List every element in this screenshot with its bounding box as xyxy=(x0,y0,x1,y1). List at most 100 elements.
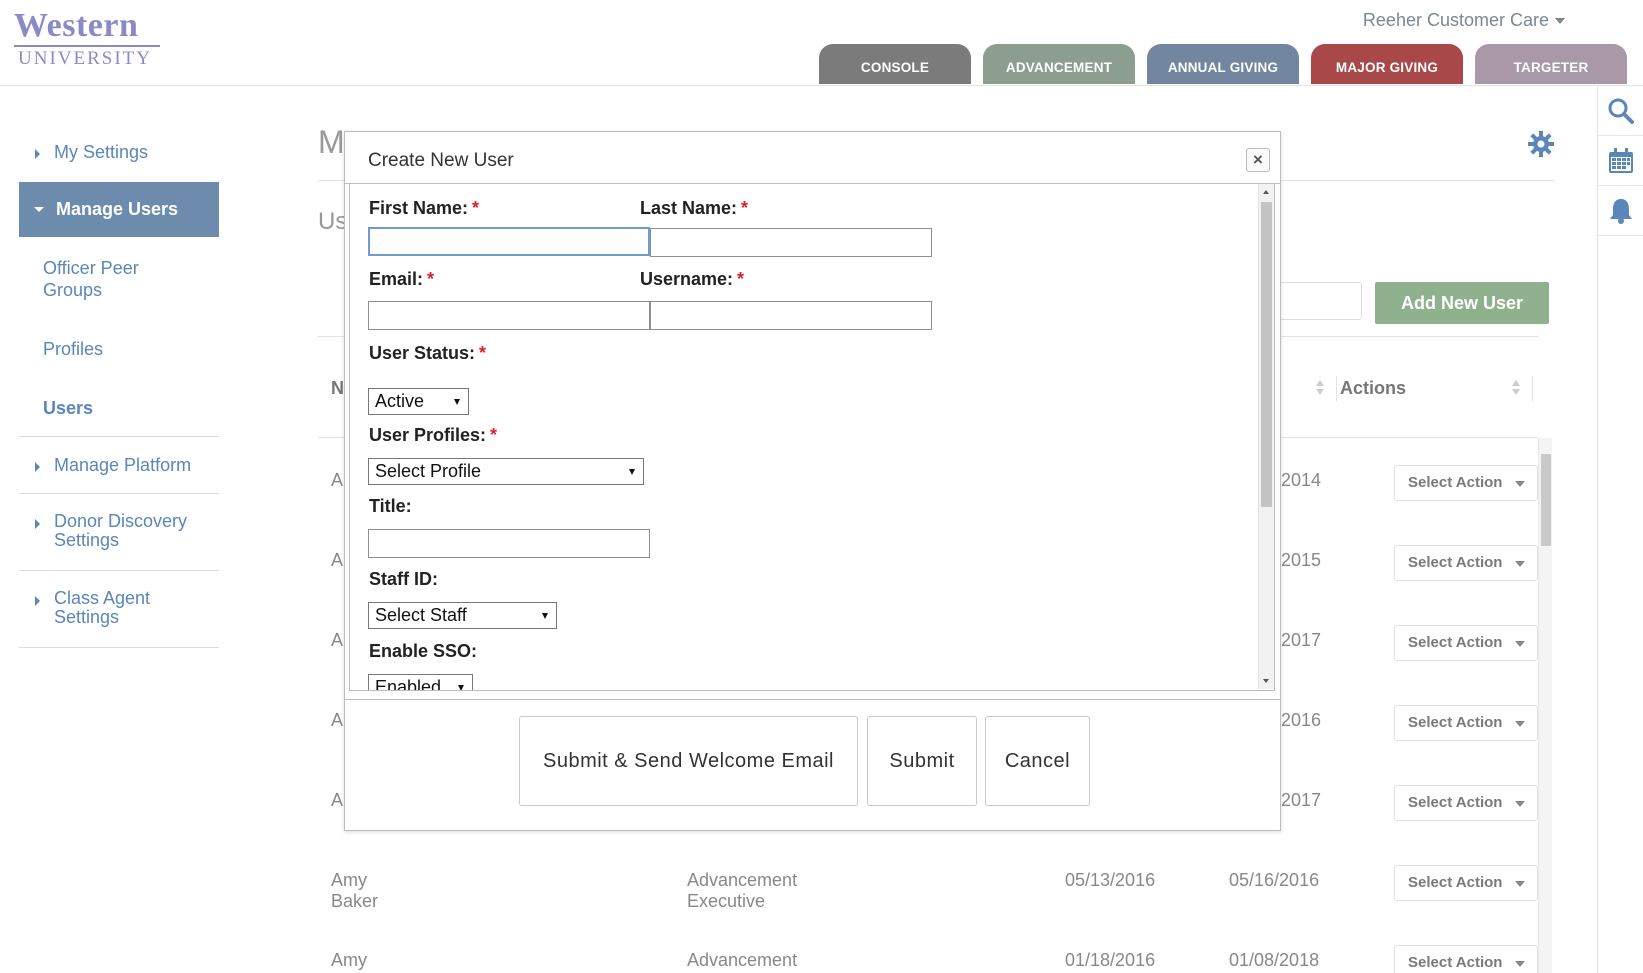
required-marker: * xyxy=(427,269,435,289)
sidebar-subitem-users[interactable]: Users xyxy=(19,397,219,419)
email-field[interactable] xyxy=(368,301,650,330)
table-cell-date: 01/08/2018 xyxy=(1229,950,1320,970)
sidebar-subitem-profiles[interactable]: Profiles xyxy=(19,338,219,360)
sidebar-item-label: Donor Discovery Settings xyxy=(54,511,188,550)
first-name-label: First Name: * xyxy=(369,198,480,218)
chevron-down-icon xyxy=(629,469,635,475)
search-icon xyxy=(1608,98,1634,124)
select-action-dropdown[interactable]: Select Action xyxy=(1394,465,1538,501)
title-field[interactable] xyxy=(368,529,650,558)
chevron-down-icon xyxy=(1515,721,1525,727)
column-header-name[interactable]: N xyxy=(331,378,344,399)
table-cell-date: 05/16/2016 xyxy=(1229,870,1320,890)
user-status-select[interactable]: Active xyxy=(368,388,469,415)
chevron-down-icon xyxy=(1555,18,1565,25)
select-action-dropdown[interactable]: Select Action xyxy=(1394,545,1538,581)
sidebar-item-manage-users[interactable]: Manage Users xyxy=(19,182,219,237)
sidebar-item-label: Manage Platform xyxy=(54,455,192,475)
cancel-button[interactable]: Cancel xyxy=(985,716,1090,806)
rail-calendar-button[interactable] xyxy=(1598,136,1643,186)
chevron-down-icon xyxy=(1515,481,1525,487)
gear-icon[interactable] xyxy=(1528,131,1554,157)
sidebar-item-my-settings[interactable]: My Settings xyxy=(19,142,219,182)
rail-search-button[interactable] xyxy=(1598,86,1643,136)
first-name-field[interactable] xyxy=(368,227,650,256)
add-new-user-button[interactable]: Add New User xyxy=(1375,282,1549,324)
scroll-down-arrow-icon[interactable] xyxy=(1263,679,1269,683)
settings-sidebar: My Settings Manage Users Officer Peer Gr… xyxy=(19,124,219,648)
submit-button[interactable]: Submit xyxy=(867,716,977,806)
close-icon[interactable]: × xyxy=(1246,148,1270,172)
chevron-down-icon xyxy=(1515,881,1525,887)
sidebar-divider xyxy=(19,570,219,571)
user-menu[interactable]: Reeher Customer Care xyxy=(1363,10,1565,31)
required-marker: * xyxy=(490,425,498,445)
select-action-label: Select Action xyxy=(1408,874,1503,891)
user-profiles-select[interactable]: Select Profile xyxy=(368,458,644,485)
select-action-dropdown[interactable]: Select Action xyxy=(1394,625,1538,661)
required-marker: * xyxy=(479,343,487,363)
enable-sso-value: Enabled xyxy=(375,677,442,691)
required-marker: * xyxy=(741,198,749,218)
form-scrollbar[interactable] xyxy=(1258,184,1274,689)
select-action-dropdown[interactable]: Select Action xyxy=(1394,785,1538,821)
tab-console[interactable]: CONSOLE xyxy=(819,44,971,84)
bell-icon xyxy=(1610,198,1632,224)
select-action-dropdown[interactable]: Select Action xyxy=(1394,945,1538,973)
chevron-down-icon xyxy=(1515,561,1525,567)
table-cell-name: Amy Baker xyxy=(331,950,378,973)
tab-targeter[interactable]: TARGETER xyxy=(1475,44,1627,84)
select-action-dropdown[interactable]: Select Action xyxy=(1394,865,1538,901)
user-search-input[interactable] xyxy=(1270,282,1362,320)
last-name-label: Last Name: * xyxy=(640,198,749,218)
select-action-label: Select Action xyxy=(1408,554,1503,571)
table-cell-name: A xyxy=(331,790,344,810)
staff-id-select[interactable]: Select Staff xyxy=(368,602,557,629)
username-field[interactable] xyxy=(650,301,932,330)
table-scrollbar[interactable] xyxy=(1538,438,1552,973)
last-name-field[interactable] xyxy=(650,228,932,257)
select-action-label: Select Action xyxy=(1408,954,1503,971)
table-cell-name: A xyxy=(331,710,344,730)
table-cell-name: Amy Baker xyxy=(331,870,379,911)
scroll-up-arrow-icon[interactable] xyxy=(1263,190,1269,194)
create-user-modal: Create New User × First Name: * Last Name… xyxy=(344,131,1281,831)
chevron-down-icon xyxy=(542,613,548,619)
sidebar-divider xyxy=(19,493,219,494)
calendar-icon xyxy=(1609,147,1633,173)
tab-annual-giving[interactable]: ANNUAL GIVING xyxy=(1147,44,1299,84)
scrollbar-thumb[interactable] xyxy=(1541,454,1551,546)
user-form: First Name: * Last Name: * Email: * Usernam… xyxy=(349,184,1275,691)
university-logo[interactable]: Western UNIVERSITY xyxy=(14,8,160,69)
sidebar-item-label: My Settings xyxy=(54,142,149,162)
required-marker: * xyxy=(737,269,745,289)
chevron-down-icon xyxy=(458,685,464,690)
scrollbar-thumb[interactable] xyxy=(1261,202,1272,507)
sidebar-item-donor-discovery-settings[interactable]: Donor Discovery Settings xyxy=(19,512,219,570)
table-cell-role: Advancement Executive xyxy=(687,870,798,911)
username-label: Username: * xyxy=(640,269,745,289)
select-action-label: Select Action xyxy=(1408,794,1503,811)
chevron-down-icon xyxy=(1515,961,1525,967)
tab-advancement[interactable]: ADVANCEMENT xyxy=(983,44,1135,84)
user-status-label: User Status: * xyxy=(369,343,487,363)
tab-major-giving[interactable]: MAJOR GIVING xyxy=(1311,44,1463,84)
submit-and-send-welcome-email-button[interactable]: Submit & Send Welcome Email xyxy=(519,716,858,806)
chevron-down-icon xyxy=(1515,801,1525,807)
table-cell-date: 2014 xyxy=(1281,470,1322,490)
sort-icon[interactable] xyxy=(1316,380,1324,396)
sidebar-item-class-agent-settings[interactable]: Class Agent Settings xyxy=(19,589,219,647)
enable-sso-label: Enable SSO: xyxy=(369,641,478,661)
column-header-actions[interactable]: Actions xyxy=(1340,378,1406,399)
email-label: Email: * xyxy=(369,269,435,289)
table-cell-name: A xyxy=(331,630,344,650)
table-cell-name: A xyxy=(331,470,344,490)
caret-right-icon xyxy=(35,596,40,606)
sort-icon[interactable] xyxy=(1512,380,1520,396)
rail-notifications-button[interactable] xyxy=(1598,186,1643,236)
table-cell-role: Advancement Executive xyxy=(687,950,798,973)
select-action-dropdown[interactable]: Select Action xyxy=(1394,705,1538,741)
sidebar-subitem-officer-peer-groups[interactable]: Officer Peer Groups xyxy=(19,257,159,301)
sidebar-item-manage-platform[interactable]: Manage Platform xyxy=(19,455,219,493)
enable-sso-select[interactable]: Enabled xyxy=(368,674,473,691)
